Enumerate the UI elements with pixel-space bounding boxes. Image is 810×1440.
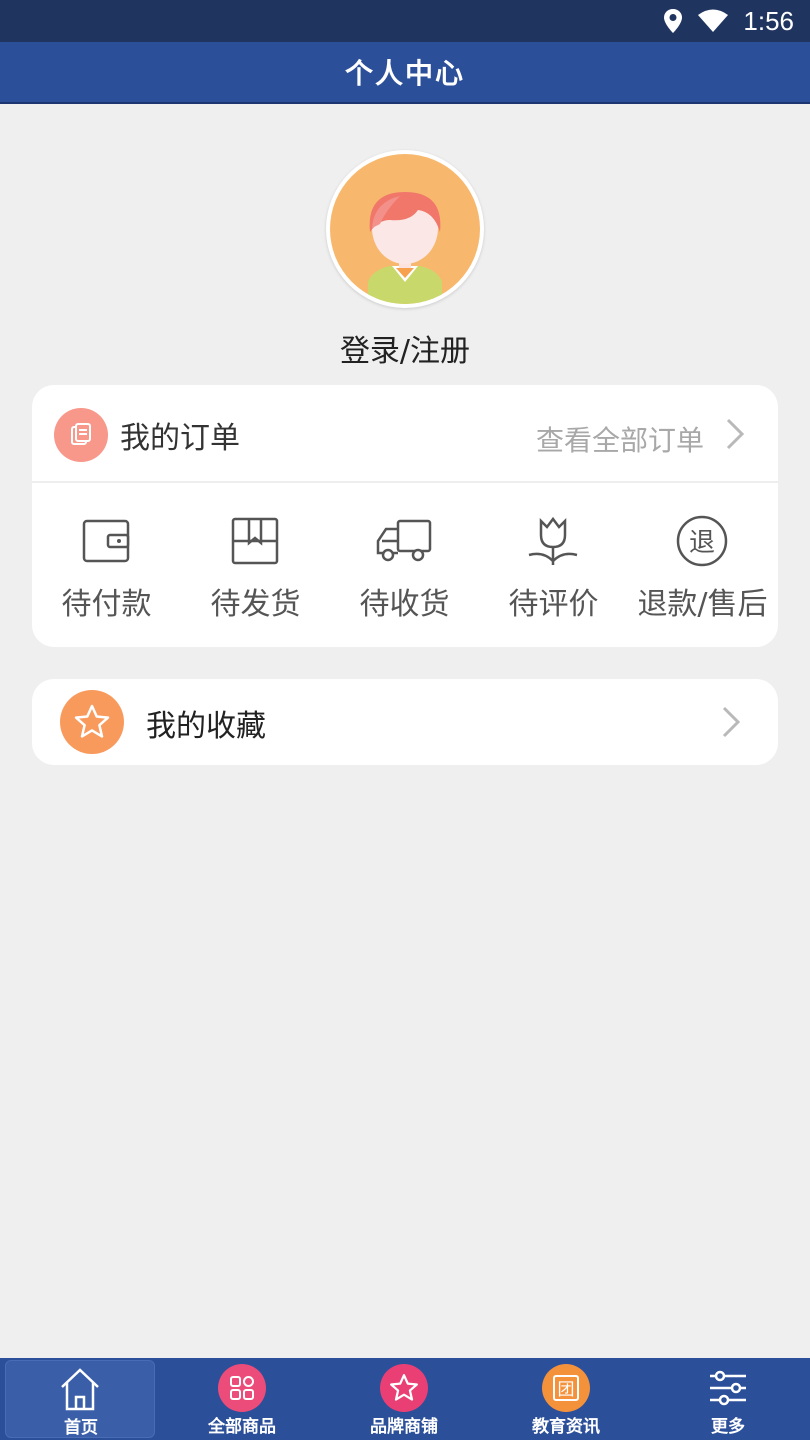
tab-home[interactable]: 首页 (5, 1360, 155, 1438)
status-pending-shipment[interactable]: 待发货 (181, 485, 330, 647)
group-icon: 团 (542, 1364, 590, 1412)
status-label: 待发货 (210, 587, 301, 622)
status-label: 待收货 (359, 587, 450, 622)
chevron-right-icon (726, 418, 745, 450)
wallet-icon (82, 519, 130, 563)
orders-title: 我的订单 (120, 421, 240, 456)
refund-icon: 退 (676, 515, 728, 567)
truck-icon (376, 519, 432, 562)
orders-header[interactable]: 我的订单 查看全部订单 (32, 385, 778, 483)
app-header: 个人中心 (0, 42, 810, 104)
tab-education-news[interactable]: 团 教育资讯 (491, 1360, 641, 1438)
avatar[interactable] (326, 150, 484, 308)
grid-icon (218, 1364, 266, 1412)
tab-label: 品牌商铺 (370, 1417, 438, 1437)
status-bar: 1:56 (0, 0, 810, 42)
status-label: 退款/售后 (637, 587, 768, 622)
avatar-cartoon-girl-icon (330, 154, 480, 304)
view-all-orders-link[interactable]: 查看全部订单 (536, 419, 704, 459)
tulip-icon (528, 516, 578, 565)
star-icon (60, 690, 124, 754)
status-pending-receipt[interactable]: 待收货 (330, 485, 479, 647)
status-pending-payment[interactable]: 待付款 (32, 485, 181, 647)
status-pending-review[interactable]: 待评价 (479, 485, 628, 647)
tab-label: 更多 (711, 1417, 745, 1437)
svg-text:退: 退 (689, 528, 715, 558)
login-register-link[interactable]: 登录/注册 (0, 326, 810, 370)
order-status-row: 待付款 待发货 待收货 待评价 退 退款/售后 (32, 485, 778, 647)
status-refund-aftersale[interactable]: 退 退款/售后 (628, 485, 777, 647)
orders-card: 我的订单 查看全部订单 待付款 待发货 待收货 待评价 退 退款/售后 (32, 385, 778, 647)
svg-text:团: 团 (558, 1380, 575, 1400)
star-icon (380, 1364, 428, 1412)
tab-brand-stores[interactable]: 品牌商铺 (329, 1360, 479, 1438)
profile-section: 登录/注册 (0, 104, 810, 374)
sliders-icon (710, 1370, 746, 1406)
tab-label: 教育资讯 (532, 1417, 600, 1437)
package-icon (231, 517, 279, 565)
location-icon (664, 9, 683, 33)
status-label: 待评价 (508, 587, 599, 622)
tab-label: 首页 (64, 1418, 98, 1438)
status-label: 待付款 (61, 587, 152, 622)
favorites-title: 我的收藏 (146, 709, 266, 744)
home-icon (61, 1368, 99, 1411)
favorites-card[interactable]: 我的收藏 (32, 679, 778, 765)
wifi-icon (698, 9, 729, 32)
chevron-right-icon (722, 706, 741, 738)
page-title: 个人中心 (344, 57, 465, 90)
tab-more[interactable]: 更多 (653, 1360, 803, 1438)
tab-all-products[interactable]: 全部商品 (167, 1360, 317, 1438)
tab-label: 全部商品 (208, 1417, 276, 1437)
bottom-tab-bar: 首页 全部商品 品牌商铺 团 教育资讯 更多 (0, 1358, 810, 1440)
order-list-icon (54, 408, 108, 462)
status-time: 1:56 (743, 5, 794, 36)
